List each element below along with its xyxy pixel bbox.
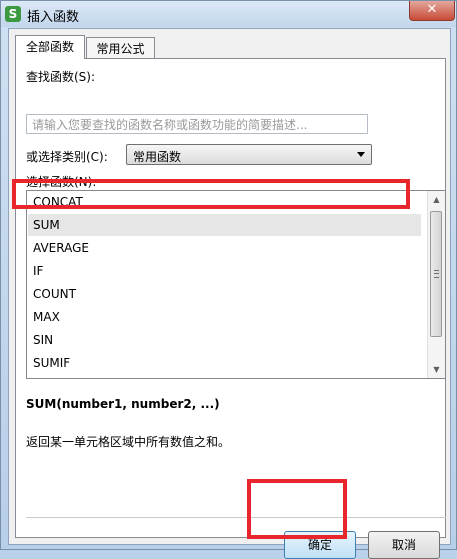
list-item-selected[interactable]: SUM xyxy=(28,214,421,236)
function-list[interactable]: CONCAT SUM AVERAGE IF COUNT MAX SIN SUMI… xyxy=(26,190,446,379)
function-description: 返回某一单元格区域中所有数值之和。 xyxy=(26,435,231,449)
scroll-down-icon[interactable]: ▼ xyxy=(428,361,445,378)
category-select[interactable]: 常用函数 xyxy=(126,144,372,165)
list-item[interactable]: SIN xyxy=(33,333,53,347)
tab-common-formulas[interactable]: 常用公式 xyxy=(86,37,155,59)
scrollbar-thumb[interactable] xyxy=(430,211,442,337)
list-item[interactable]: SUMIF xyxy=(33,356,70,370)
close-button[interactable]: ✕ xyxy=(409,1,455,21)
tab-panel: 查找函数(S): 请输入您要查找的函数名称或函数功能的简要描述... 或选择类别… xyxy=(15,58,446,559)
dialog-title: 插入函数 xyxy=(27,10,80,25)
function-signature: SUM(number1, number2, ...) xyxy=(26,397,220,411)
wps-app-icon: S xyxy=(5,6,21,22)
function-list-label: 选择函数(N): xyxy=(26,175,97,189)
list-item[interactable]: IF xyxy=(33,264,43,278)
cancel-button[interactable]: 取消 xyxy=(368,531,440,559)
tab-all-functions[interactable]: 全部函数 xyxy=(15,35,85,59)
close-icon: ✕ xyxy=(426,2,438,17)
ok-button[interactable]: 确定 xyxy=(284,531,356,559)
chevron-down-icon xyxy=(357,152,365,157)
insert-function-dialog: S 插入函数 ✕ 全部函数 常用公式 查找函数(S): 请输入您要查找的函数名称… xyxy=(0,0,457,559)
list-item[interactable]: CONCAT xyxy=(33,195,83,209)
list-scrollbar[interactable]: ▲ ▼ xyxy=(427,191,445,378)
grip-icon xyxy=(434,270,439,278)
dialog-body: 全部函数 常用公式 查找函数(S): 请输入您要查找的函数名称或函数功能的简要描… xyxy=(8,28,451,559)
search-label: 查找函数(S): xyxy=(26,70,96,84)
title-bar[interactable]: S 插入函数 ✕ xyxy=(1,1,456,27)
list-item[interactable]: AVERAGE xyxy=(33,241,89,255)
list-item[interactable]: MAX xyxy=(33,310,60,324)
list-item[interactable]: COUNT xyxy=(33,287,76,301)
scroll-up-icon[interactable]: ▲ xyxy=(428,191,445,208)
divider xyxy=(26,517,446,518)
category-value: 常用函数 xyxy=(133,150,182,164)
category-label: 或选择类别(C): xyxy=(26,150,108,164)
search-input[interactable]: 请输入您要查找的函数名称或函数功能的简要描述... xyxy=(26,114,368,134)
